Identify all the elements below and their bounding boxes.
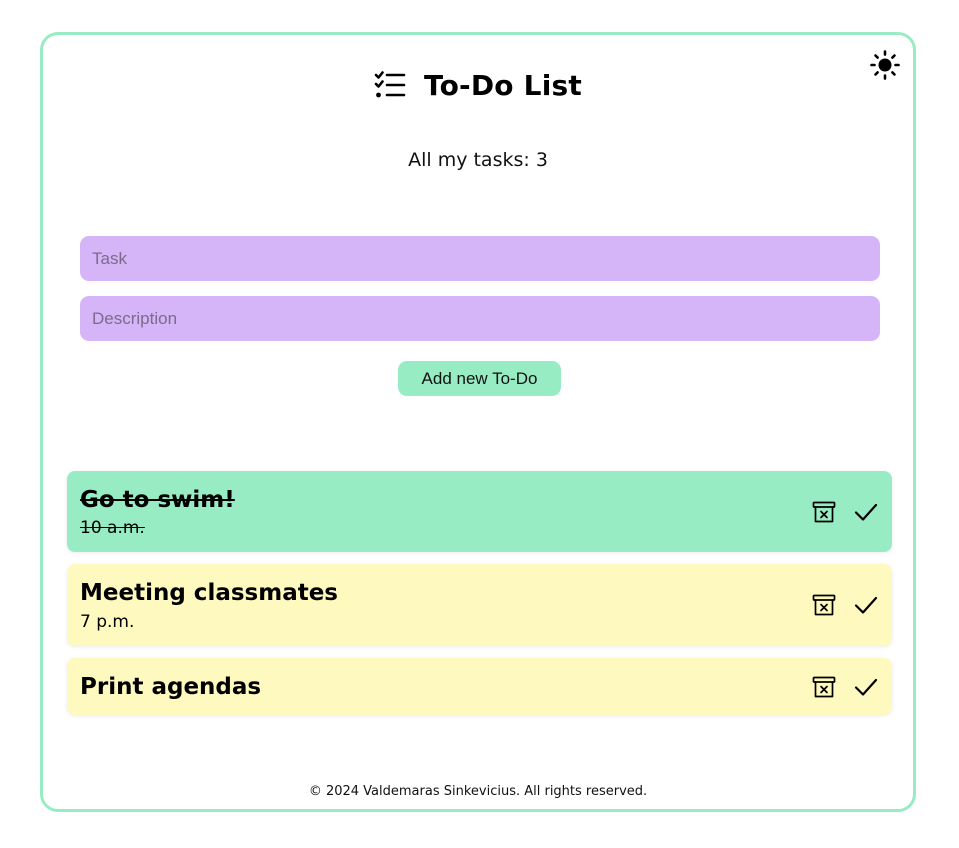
task-count-text: All my tasks: 3 (408, 149, 548, 171)
checkmark-icon[interactable] (854, 593, 878, 617)
todo-actions (812, 675, 878, 699)
copyright-text: © 2024 Valdemaras Sinkevicius. All right… (308, 784, 648, 799)
todo-title: Go to swim! (80, 487, 235, 513)
delete-icon[interactable] (812, 675, 836, 699)
task-input[interactable] (80, 236, 880, 281)
footer: © 2024 Valdemaras Sinkevicius. All right… (43, 784, 913, 799)
page-title: To-Do List (424, 68, 582, 102)
task-count: All my tasks: 3 (43, 149, 913, 171)
checkmark-icon[interactable] (854, 675, 878, 699)
todo-actions (812, 500, 878, 524)
description-input[interactable] (80, 296, 880, 341)
todo-title: Print agendas (80, 674, 262, 700)
todo-item: Print agendas (67, 658, 892, 715)
todo-description: 7 p.m. (80, 612, 135, 632)
todo-item: Go to swim! 10 a.m. (67, 471, 892, 552)
todo-actions (812, 593, 878, 617)
app-header: To-Do List (43, 65, 913, 105)
checkmark-icon[interactable] (854, 500, 878, 524)
todo-title: Meeting classmates (80, 580, 338, 606)
delete-icon[interactable] (812, 593, 836, 617)
todo-app-card: To-Do List All my tasks: 3 Add new To-Do… (40, 32, 916, 812)
checklist-icon (374, 71, 406, 98)
delete-icon[interactable] (812, 500, 836, 524)
todo-description: 10 a.m. (80, 518, 145, 538)
todo-item: Meeting classmates 7 p.m. (67, 564, 892, 646)
add-todo-button[interactable]: Add new To-Do (398, 361, 561, 396)
